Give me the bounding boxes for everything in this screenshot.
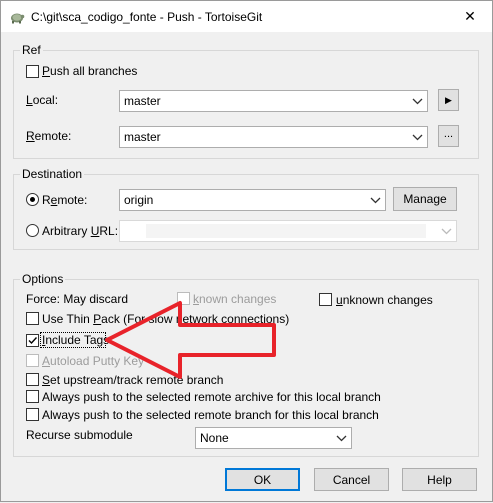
- arbitrary-url-combo[interactable]: [119, 220, 457, 242]
- tortoisegit-icon: [11, 13, 25, 24]
- chevron-down-icon: [369, 193, 381, 207]
- local-browse-button[interactable]: ▶: [438, 89, 459, 111]
- autoload-putty-label[interactable]: Autoload Putty Key: [42, 354, 144, 368]
- recurse-submodule-label: Recurse submodule: [26, 428, 133, 442]
- chevron-down-icon: [440, 224, 452, 238]
- remote-radio[interactable]: [26, 193, 39, 206]
- always-push-archive-checkbox[interactable]: [26, 390, 39, 403]
- check-icon: [28, 337, 38, 345]
- include-tags-label[interactable]: Include Tags: [42, 333, 109, 347]
- window-title: C:\git\sca_codigo_fonte - Push - Tortois…: [31, 10, 263, 24]
- use-thin-pack-label[interactable]: Use Thin Pack (For slow network connecti…: [42, 312, 289, 326]
- chevron-down-icon: [411, 94, 423, 108]
- recurse-submodule-combo[interactable]: None: [195, 427, 352, 449]
- push-dialog: C:\git\sca_codigo_fonte - Push - Tortois…: [0, 0, 493, 502]
- arbitrary-url-label[interactable]: Arbitrary URL:: [42, 224, 118, 238]
- remote-branch-combo[interactable]: master: [119, 126, 428, 148]
- always-push-branch-label[interactable]: Always push to the selected remote branc…: [42, 408, 379, 422]
- ellipsis-icon: ...: [443, 128, 454, 140]
- manage-label: Manage: [403, 192, 447, 206]
- close-icon: ✕: [464, 7, 476, 24]
- include-tags-checkbox[interactable]: [26, 334, 39, 347]
- remote-radio-label[interactable]: Remote:: [42, 193, 87, 207]
- always-push-archive-label[interactable]: Always push to the selected remote archi…: [42, 390, 381, 404]
- local-label: Local:: [26, 93, 59, 107]
- local-branch-combo[interactable]: master: [119, 90, 428, 112]
- cancel-button[interactable]: Cancel: [314, 468, 389, 491]
- autoload-putty-checkbox[interactable]: [26, 354, 39, 367]
- destination-legend: Destination: [20, 167, 85, 181]
- chevron-down-icon: [335, 431, 347, 445]
- use-thin-pack-checkbox[interactable]: [26, 312, 39, 325]
- url-field-blurred: [146, 224, 426, 238]
- help-button[interactable]: Help: [402, 468, 477, 491]
- play-icon: ▶: [445, 94, 452, 105]
- title-bar: C:\git\sca_codigo_fonte - Push - Tortois…: [1, 1, 492, 32]
- ok-label: OK: [253, 472, 272, 487]
- known-changes-checkbox[interactable]: [177, 292, 190, 305]
- ok-button[interactable]: OK: [225, 468, 300, 491]
- always-push-branch-checkbox[interactable]: [26, 408, 39, 421]
- push-all-branches-checkbox[interactable]: [26, 65, 39, 78]
- known-changes-label[interactable]: known changes: [193, 292, 276, 306]
- push-all-branches-label[interactable]: Push all branches: [42, 64, 137, 78]
- remote-branch-browse-button[interactable]: ...: [438, 125, 459, 147]
- cancel-label: Cancel: [332, 472, 371, 487]
- arbitrary-url-radio[interactable]: [26, 224, 39, 237]
- remote-branch-value: master: [124, 130, 161, 144]
- chevron-down-icon: [411, 130, 423, 144]
- options-legend: Options: [20, 272, 66, 286]
- local-branch-value: master: [124, 94, 161, 108]
- close-button[interactable]: ✕: [448, 1, 492, 31]
- remote-branch-label: Remote:: [26, 129, 72, 143]
- manage-button[interactable]: Manage: [393, 187, 457, 211]
- set-upstream-label[interactable]: Set upstream/track remote branch: [42, 373, 223, 387]
- help-label: Help: [427, 472, 452, 487]
- recurse-submodule-value: None: [200, 431, 229, 445]
- force-label: Force: May discard: [26, 292, 129, 306]
- ref-legend: Ref: [20, 43, 43, 57]
- remote-value: origin: [124, 193, 154, 207]
- unknown-changes-checkbox[interactable]: [319, 293, 332, 306]
- unknown-changes-label[interactable]: unknown changes: [336, 293, 433, 307]
- remote-combo[interactable]: origin: [119, 189, 386, 211]
- set-upstream-checkbox[interactable]: [26, 373, 39, 386]
